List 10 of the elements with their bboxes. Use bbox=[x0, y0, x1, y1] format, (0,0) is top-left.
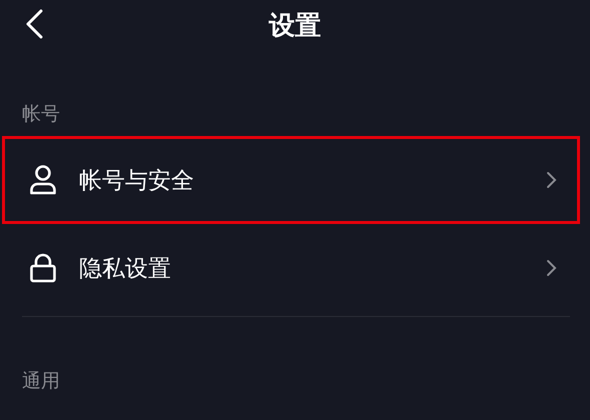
person-icon bbox=[29, 165, 57, 195]
section-title: 帐号 bbox=[21, 102, 61, 127]
chevron-right-icon bbox=[546, 171, 557, 189]
settings-item[interactable]: 帐号与安全 bbox=[2, 136, 580, 224]
back-icon[interactable] bbox=[25, 9, 43, 39]
section-title: 通用 bbox=[21, 369, 61, 394]
page-title: 设置 bbox=[269, 10, 321, 42]
lock-icon bbox=[29, 253, 57, 283]
chevron-right-icon bbox=[546, 259, 557, 277]
settings-item[interactable]: 隐私设置 bbox=[2, 224, 580, 312]
